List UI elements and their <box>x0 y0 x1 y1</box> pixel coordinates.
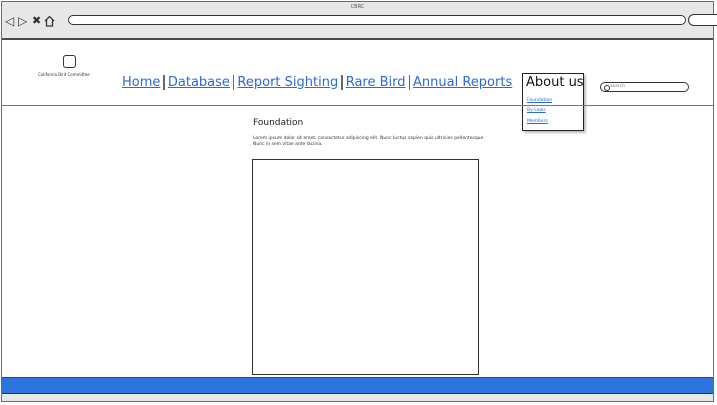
about-us-dropdown[interactable]: About us Foundation By-Laws Members <box>522 73 584 131</box>
nav-separator <box>341 74 343 90</box>
about-item-bylaws[interactable]: By-Laws <box>527 108 546 113</box>
page-body-text: Lorem ipsum dolor sit amet, consectetur … <box>253 136 485 147</box>
about-us-title[interactable]: About us <box>526 75 584 90</box>
status-bar <box>2 394 713 401</box>
browser-toolbar: CBRC ◁ ▷ ✖ <box>2 2 717 40</box>
about-item-foundation[interactable]: Foundation <box>527 98 552 103</box>
nav-database-link[interactable]: Database <box>168 75 230 90</box>
close-icon[interactable]: ✖ <box>32 15 41 27</box>
footer-bar <box>2 377 713 394</box>
main-navigation: Home Database Report Sighting Rare Bird … <box>122 73 512 91</box>
header-divider <box>2 105 713 106</box>
browser-search-field[interactable] <box>688 14 717 26</box>
page-title: Foundation <box>253 118 304 128</box>
about-item-members[interactable]: Members <box>527 119 548 124</box>
logo-icon[interactable] <box>63 55 76 68</box>
logo-text: California Bird Committee <box>38 72 90 77</box>
nav-home-link[interactable]: Home <box>122 75 160 90</box>
window-title: CBRC <box>350 4 365 10</box>
search-placeholder: search <box>610 84 625 89</box>
nav-separator <box>232 74 235 90</box>
forward-icon[interactable]: ▷ <box>18 15 27 27</box>
back-icon[interactable]: ◁ <box>5 15 14 27</box>
nav-report-sighting-link[interactable]: Report Sighting <box>237 75 338 90</box>
home-icon[interactable] <box>44 15 55 29</box>
address-bar[interactable] <box>68 15 686 25</box>
nav-separator <box>163 74 165 90</box>
browser-window: CBRC ◁ ▷ ✖ California Bird Committee Hom… <box>1 1 717 402</box>
nav-separator <box>408 74 411 90</box>
content-image-placeholder <box>252 159 479 375</box>
nav-annual-reports-link[interactable]: Annual Reports <box>413 75 512 90</box>
nav-rare-bird-link[interactable]: Rare Bird <box>346 75 406 90</box>
search-input[interactable]: search <box>600 82 689 92</box>
